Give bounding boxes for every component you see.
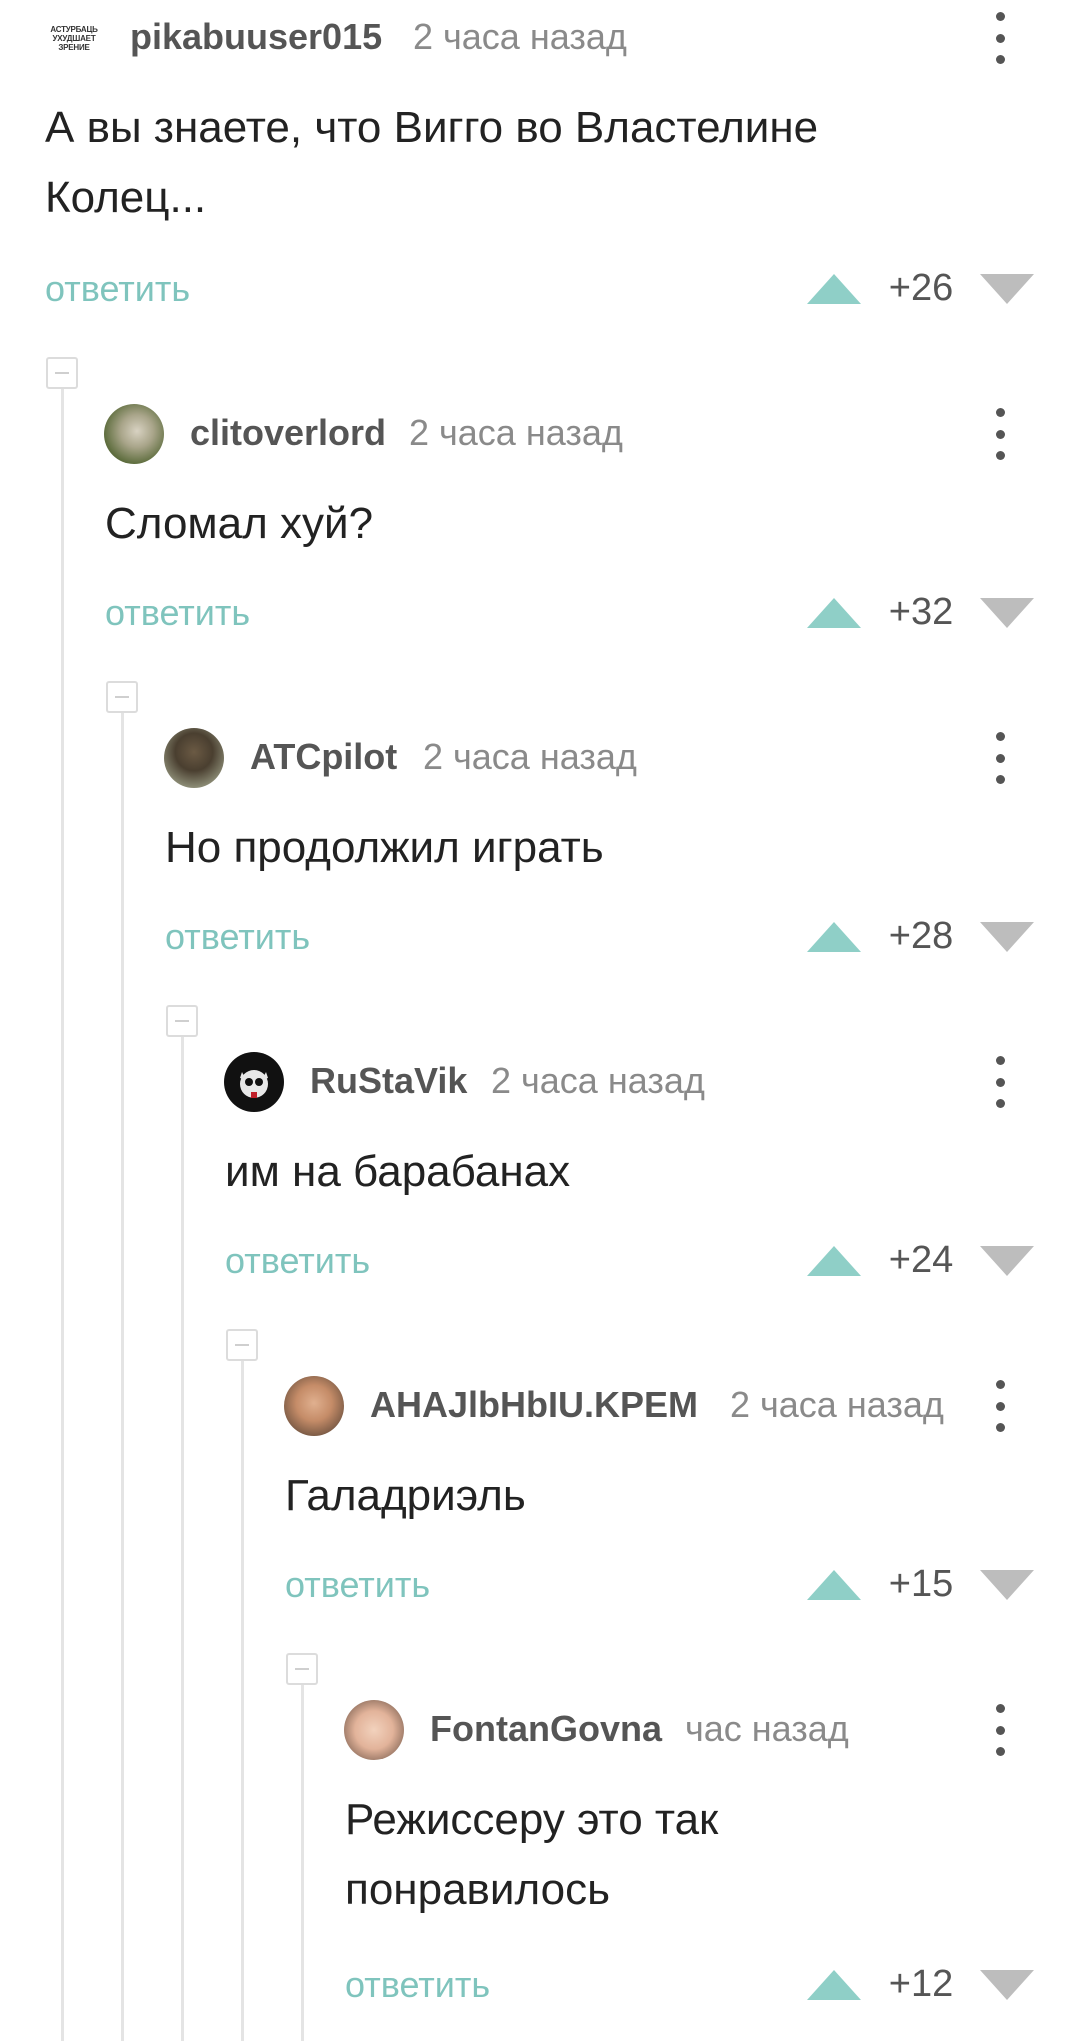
more-vertical-icon[interactable] [980, 406, 1020, 462]
triangle-up-icon[interactable] [807, 1970, 861, 2000]
more-vertical-icon[interactable] [980, 1378, 1020, 1434]
more-vertical-icon[interactable] [980, 1702, 1020, 1758]
comment-author[interactable]: pikabuuser015 [130, 16, 382, 58]
comment-text: Галадриэль [285, 1471, 526, 1520]
avatar[interactable] [284, 1376, 344, 1436]
more-vertical-icon[interactable] [980, 10, 1020, 66]
collapse-minus-icon[interactable] [286, 1653, 318, 1685]
avatar-logo-text: АСТУРБАЦЬ УХУДШАЕТ ЗРЕНИЕ [50, 24, 98, 52]
comment-time: 2 часа назад [413, 16, 627, 57]
comment-text: А вы знаете, что Вигго во Властелине Кол… [45, 103, 819, 222]
comment-score: +12 [888, 1963, 954, 2005]
comment-text: Сломал хуй? [105, 499, 374, 548]
collapse-minus-icon[interactable] [46, 357, 78, 389]
comment-time: 2 часа назад [409, 412, 623, 453]
comment-text: им на барабанах [225, 1147, 571, 1196]
comment-time: час назад [685, 1708, 849, 1749]
triangle-down-icon[interactable] [980, 1570, 1034, 1600]
reply-button[interactable]: ответить [345, 1964, 490, 2006]
comment-author[interactable]: AHAJlbHbIU.KPEM [370, 1384, 698, 1426]
thread-line [241, 1360, 244, 2041]
avatar[interactable] [344, 1700, 404, 1760]
avatar[interactable]: АСТУРБАЦЬ УХУДШАЕТ ЗРЕНИЕ [44, 8, 104, 68]
comment-score: +15 [888, 1563, 954, 1605]
collapse-minus-icon[interactable] [106, 681, 138, 713]
reply-button[interactable]: ответить [225, 1240, 370, 1282]
comment-time: 2 часа назад [423, 736, 637, 777]
triangle-down-icon[interactable] [980, 598, 1034, 628]
collapse-minus-icon[interactable] [166, 1005, 198, 1037]
thread-line [301, 1684, 304, 2041]
triangle-down-icon[interactable] [980, 1246, 1034, 1276]
comment-author[interactable]: RuStaVik [310, 1060, 467, 1102]
collapse-minus-icon[interactable] [226, 1329, 258, 1361]
avatar[interactable] [224, 1052, 284, 1112]
reply-button[interactable]: ответить [105, 592, 250, 634]
avatar-owl-graphic [240, 1070, 268, 1098]
comment-author[interactable]: FontanGovna [430, 1708, 662, 1750]
thread-line [121, 712, 124, 2041]
comment-author[interactable]: clitoverlord [190, 412, 386, 454]
reply-button[interactable]: ответить [45, 268, 190, 310]
triangle-up-icon[interactable] [807, 1246, 861, 1276]
comment-author[interactable]: ATCpilot [250, 736, 397, 778]
triangle-up-icon[interactable] [807, 1570, 861, 1600]
comment-text: Режиссеру это так понравилось [345, 1795, 719, 1914]
triangle-down-icon[interactable] [980, 274, 1034, 304]
triangle-down-icon[interactable] [980, 922, 1034, 952]
more-vertical-icon[interactable] [980, 730, 1020, 786]
more-vertical-icon[interactable] [980, 1054, 1020, 1110]
comment-time: 2 часа назад [730, 1384, 944, 1425]
comment-text: Но продолжил играть [165, 823, 604, 872]
comment-score: +24 [888, 1239, 954, 1281]
reply-button[interactable]: ответить [165, 916, 310, 958]
comment-score: +32 [888, 591, 954, 633]
thread-line [181, 1036, 184, 2041]
avatar[interactable] [164, 728, 224, 788]
triangle-up-icon[interactable] [807, 922, 861, 952]
reply-button[interactable]: ответить [285, 1564, 430, 1606]
avatar[interactable] [104, 404, 164, 464]
thread-line [61, 388, 64, 2041]
triangle-up-icon[interactable] [807, 598, 861, 628]
comment-score: +26 [888, 267, 954, 309]
triangle-down-icon[interactable] [980, 1970, 1034, 2000]
comment-score: +28 [888, 915, 954, 957]
triangle-up-icon[interactable] [807, 274, 861, 304]
comment-time: 2 часа назад [491, 1060, 705, 1101]
